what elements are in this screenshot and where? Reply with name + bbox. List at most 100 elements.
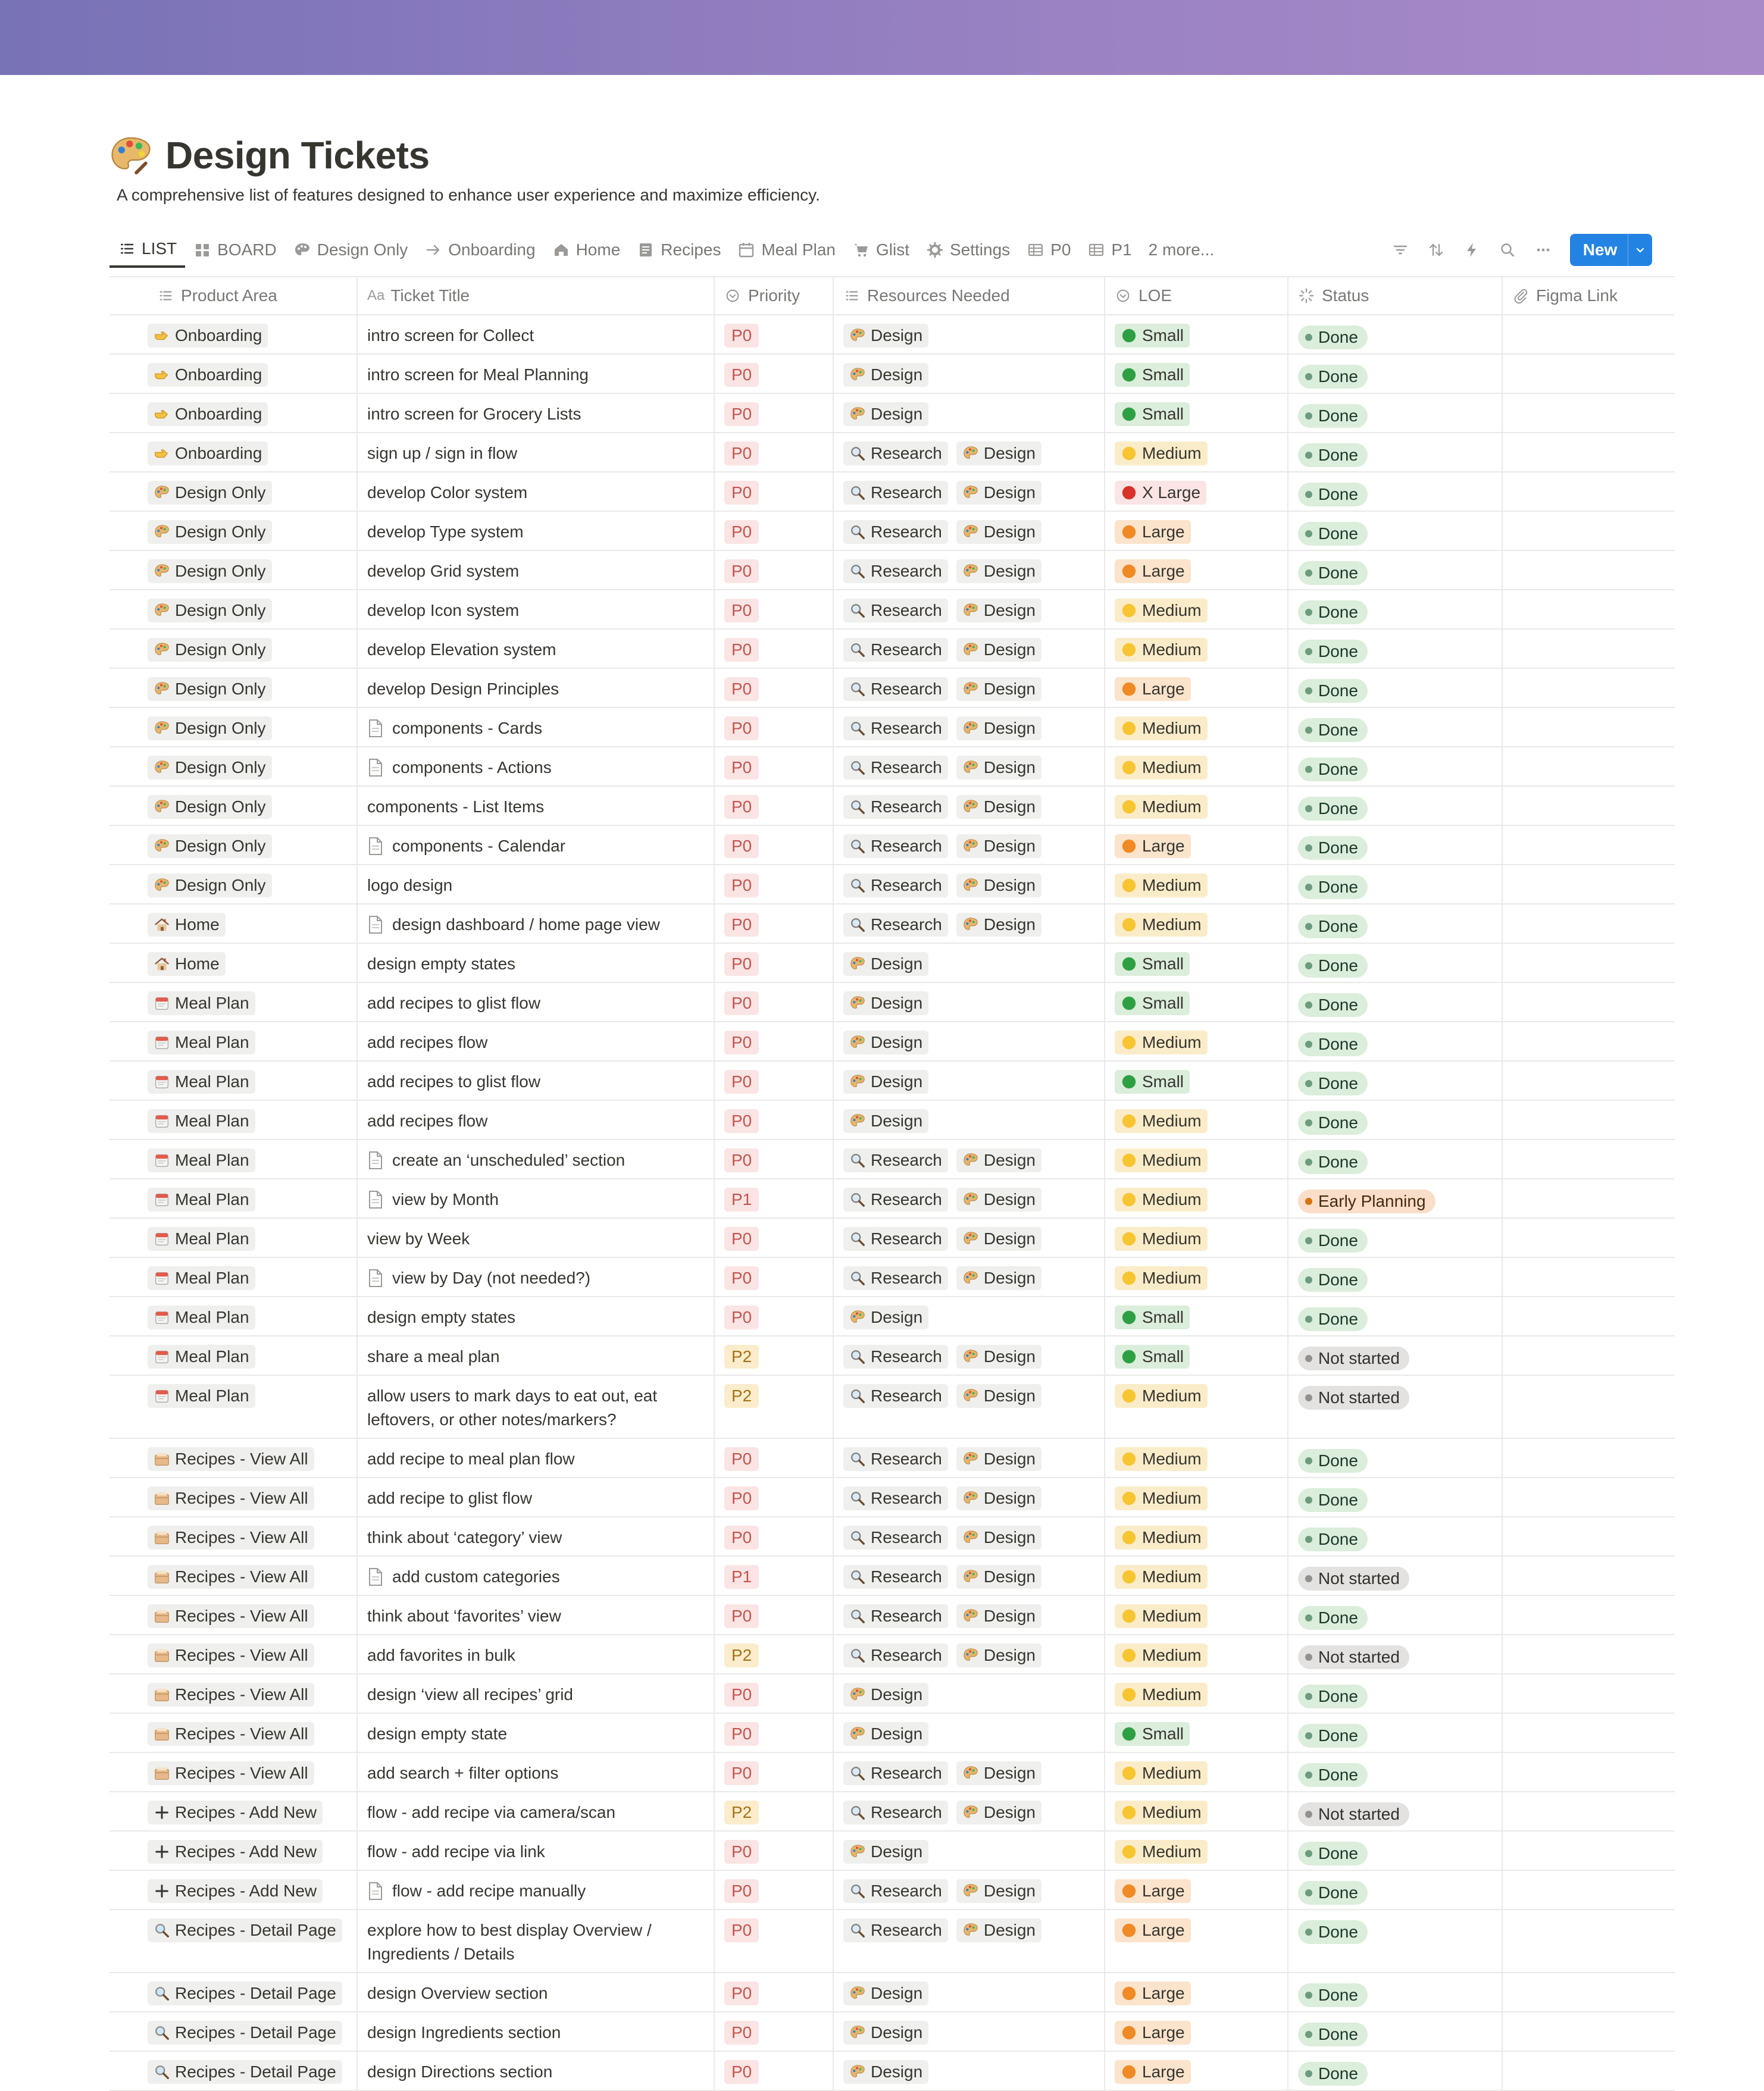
ticket-title[interactable]: intro screen for Collect bbox=[367, 326, 534, 345]
ticket-title[interactable]: intro screen for Meal Planning bbox=[367, 365, 589, 384]
product-area-cell[interactable]: Design Only bbox=[110, 826, 358, 864]
priority-cell[interactable]: P2 bbox=[715, 1336, 834, 1375]
column-header-resources-needed[interactable]: Resources Needed bbox=[834, 277, 1105, 314]
ticket-title[interactable]: allow users to mark days to eat out, eat… bbox=[367, 1386, 657, 1429]
status-cell[interactable]: Done bbox=[1288, 1297, 1503, 1335]
figma-link-cell[interactable] bbox=[1503, 551, 1675, 589]
loe-cell[interactable]: Medium bbox=[1105, 433, 1288, 471]
status-cell[interactable]: Done bbox=[1288, 669, 1503, 707]
table-row[interactable]: Meal Plan add recipes to glist flow P0 Desi… bbox=[110, 1062, 1675, 1101]
table-row[interactable]: Recipes - Detail Page design Overview sec… bbox=[110, 1973, 1675, 2012]
priority-cell[interactable]: P0 bbox=[715, 1478, 834, 1516]
view-tab-list[interactable]: LIST bbox=[110, 232, 186, 268]
resources-needed-cell[interactable]: Research Design bbox=[834, 669, 1105, 707]
ticket-title-cell[interactable]: add recipes flow bbox=[358, 1101, 715, 1139]
ticket-title[interactable]: design Directions section bbox=[367, 2062, 552, 2081]
ticket-title-cell[interactable]: components - Calendar bbox=[358, 826, 715, 864]
status-cell[interactable]: Done bbox=[1288, 630, 1503, 668]
table-row[interactable]: Onboarding sign up / sign in flow P0 Resear… bbox=[110, 433, 1675, 472]
figma-link-cell[interactable] bbox=[1503, 904, 1675, 943]
figma-link-cell[interactable] bbox=[1503, 355, 1675, 393]
loe-cell[interactable]: Large bbox=[1105, 2012, 1288, 2051]
figma-link-cell[interactable] bbox=[1503, 433, 1675, 471]
loe-cell[interactable]: Medium bbox=[1105, 1140, 1288, 1178]
status-cell[interactable]: Done bbox=[1288, 394, 1503, 432]
priority-cell[interactable]: P0 bbox=[715, 1439, 834, 1477]
status-cell[interactable]: Early Planning bbox=[1288, 1179, 1503, 1217]
view-tab-onboarding[interactable]: Onboarding bbox=[416, 232, 543, 268]
view-tab-home[interactable]: Home bbox=[544, 232, 629, 268]
priority-cell[interactable]: P0 bbox=[715, 1596, 834, 1634]
ticket-title[interactable]: think about ‘category’ view bbox=[367, 1528, 562, 1547]
loe-cell[interactable]: Medium bbox=[1105, 787, 1288, 825]
status-cell[interactable]: Done bbox=[1288, 2052, 1503, 2090]
priority-cell[interactable]: P0 bbox=[715, 1258, 834, 1296]
ticket-title-cell[interactable]: add recipe to meal plan flow bbox=[358, 1439, 715, 1477]
filter-button[interactable] bbox=[1387, 236, 1414, 264]
figma-link-cell[interactable] bbox=[1503, 787, 1675, 825]
ticket-title[interactable]: develop Elevation system bbox=[367, 640, 556, 659]
search-button[interactable] bbox=[1494, 236, 1521, 264]
table-row[interactable]: Design Only components - Actions P0 Researc… bbox=[110, 747, 1675, 787]
new-dropdown-toggle[interactable] bbox=[1628, 234, 1652, 266]
priority-cell[interactable]: P0 bbox=[715, 983, 834, 1021]
product-area-cell[interactable]: Onboarding bbox=[110, 394, 358, 432]
figma-link-cell[interactable] bbox=[1503, 590, 1675, 628]
ticket-title-cell[interactable]: develop Icon system bbox=[358, 590, 715, 628]
loe-cell[interactable]: Medium bbox=[1105, 1258, 1288, 1296]
table-row[interactable]: Recipes - View All add favorites in bulk P… bbox=[110, 1635, 1675, 1674]
product-area-cell[interactable]: Recipes - Detail Page bbox=[110, 2052, 358, 2090]
ticket-title[interactable]: intro screen for Grocery Lists bbox=[367, 405, 581, 423]
table-row[interactable]: Design Only develop Grid system P0 Research… bbox=[110, 551, 1675, 590]
product-area-cell[interactable]: Design Only bbox=[110, 590, 358, 628]
figma-link-cell[interactable] bbox=[1503, 1714, 1675, 1752]
loe-cell[interactable]: Medium bbox=[1105, 1635, 1288, 1673]
status-cell[interactable]: Done bbox=[1288, 708, 1503, 746]
ticket-title-cell[interactable]: flow - add recipe manually bbox=[358, 1871, 715, 1909]
new-button[interactable]: New bbox=[1570, 234, 1652, 266]
view-tab-meal-plan[interactable]: Meal Plan bbox=[729, 232, 844, 268]
figma-link-cell[interactable] bbox=[1503, 1297, 1675, 1335]
loe-cell[interactable]: Medium bbox=[1105, 708, 1288, 746]
ticket-title-cell[interactable]: design Directions section bbox=[358, 2052, 715, 2090]
priority-cell[interactable]: P0 bbox=[715, 1973, 834, 2011]
figma-link-cell[interactable] bbox=[1503, 1101, 1675, 1139]
loe-cell[interactable]: Large bbox=[1105, 1973, 1288, 2011]
resources-needed-cell[interactable]: Design bbox=[834, 2012, 1105, 2051]
priority-cell[interactable]: P1 bbox=[715, 1179, 834, 1217]
ticket-title[interactable]: design Ingredients section bbox=[367, 2023, 561, 2042]
table-row[interactable]: Meal Plan view by Month P1 Research Design Me… bbox=[110, 1179, 1675, 1219]
resources-needed-cell[interactable]: Research Design bbox=[834, 1219, 1105, 1257]
loe-cell[interactable]: Large bbox=[1105, 826, 1288, 864]
figma-link-cell[interactable] bbox=[1503, 1376, 1675, 1438]
figma-link-cell[interactable] bbox=[1503, 1062, 1675, 1100]
ticket-title[interactable]: design empty states bbox=[367, 954, 515, 973]
ticket-title[interactable]: design empty states bbox=[367, 1308, 515, 1326]
loe-cell[interactable]: Medium bbox=[1105, 1101, 1288, 1139]
table-row[interactable]: Recipes - Add New flow - add recipe manua… bbox=[110, 1871, 1675, 1910]
resources-needed-cell[interactable]: Design bbox=[834, 1062, 1105, 1100]
figma-link-cell[interactable] bbox=[1503, 1022, 1675, 1060]
figma-link-cell[interactable] bbox=[1503, 1140, 1675, 1178]
ticket-title-cell[interactable]: design ‘view all recipes’ grid bbox=[358, 1674, 715, 1713]
product-area-cell[interactable]: Recipes - View All bbox=[110, 1596, 358, 1634]
status-cell[interactable]: Done bbox=[1288, 1258, 1503, 1296]
priority-cell[interactable]: P0 bbox=[715, 1674, 834, 1713]
priority-cell[interactable]: P0 bbox=[715, 2052, 834, 2090]
table-row[interactable]: Meal Plan view by Day (not needed?) P0 Rese… bbox=[110, 1258, 1675, 1297]
priority-cell[interactable]: P0 bbox=[715, 669, 834, 707]
resources-needed-cell[interactable]: Research Design bbox=[834, 1478, 1105, 1516]
ticket-title-cell[interactable]: add recipes to glist flow bbox=[358, 983, 715, 1021]
loe-cell[interactable]: X Large bbox=[1105, 472, 1288, 511]
product-area-cell[interactable]: Recipes - Add New bbox=[110, 1792, 358, 1830]
product-area-cell[interactable]: Design Only bbox=[110, 787, 358, 825]
product-area-cell[interactable]: Meal Plan bbox=[110, 983, 358, 1021]
table-row[interactable]: Meal Plan create an ‘unscheduled’ section… bbox=[110, 1140, 1675, 1179]
figma-link-cell[interactable] bbox=[1503, 1336, 1675, 1375]
ticket-title-cell[interactable]: develop Color system bbox=[358, 472, 715, 511]
table-row[interactable]: Recipes - View All design ‘view all recip… bbox=[110, 1674, 1675, 1714]
priority-cell[interactable]: P0 bbox=[715, 708, 834, 746]
resources-needed-cell[interactable]: Research Design bbox=[834, 512, 1105, 550]
product-area-cell[interactable]: Meal Plan bbox=[110, 1179, 358, 1217]
loe-cell[interactable]: Small bbox=[1105, 944, 1288, 982]
